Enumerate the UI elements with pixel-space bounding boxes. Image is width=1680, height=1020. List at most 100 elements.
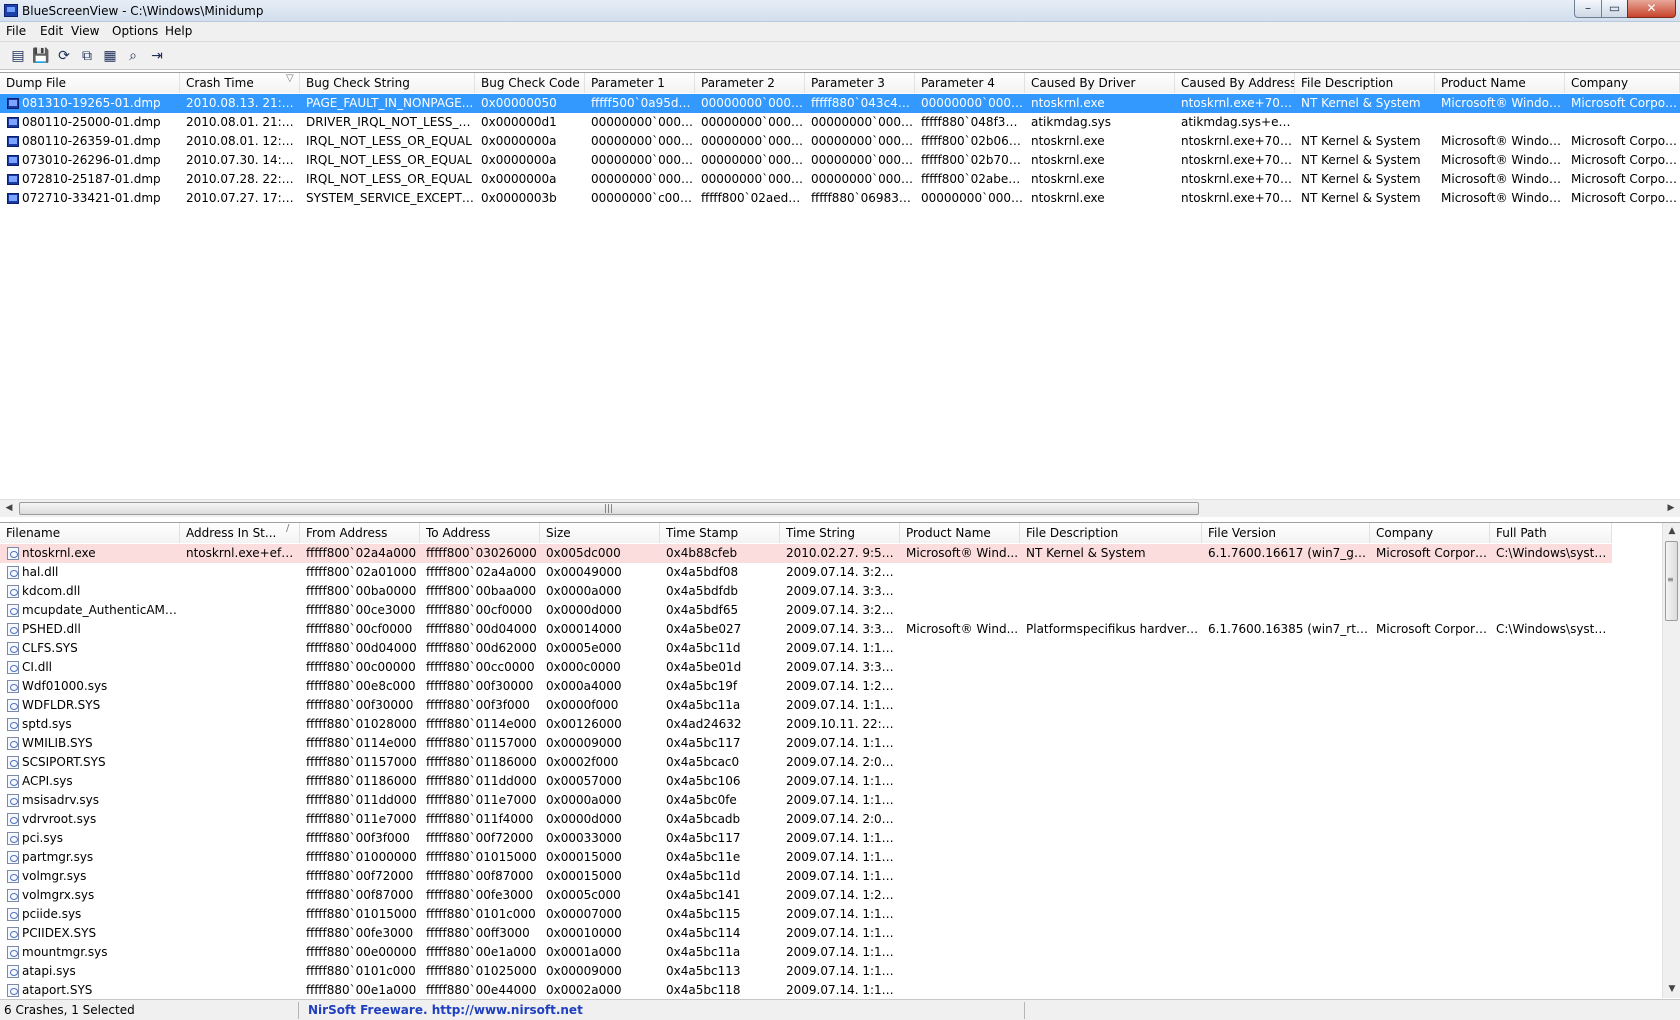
module-row[interactable]: pci.sys fffff880`00f3f000 fffff880`00f7200… [0,829,1612,848]
scroll-right-icon[interactable]: ▶ [1662,500,1680,517]
column-header-dump-file[interactable]: Dump File [0,73,180,93]
column-header-file-description[interactable]: File Description [1295,73,1435,93]
cell-parameter-3: 00000000`000000... [811,153,915,167]
column-header-filename[interactable]: Filename [0,523,180,543]
column-header-bug-check-code[interactable]: Bug Check Code [475,73,585,93]
menu-view[interactable]: View [71,24,99,38]
column-header-company[interactable]: Company [1565,73,1680,93]
cell-dump-file: 081310-19265-01.dmp [22,96,161,110]
column-header-product-name[interactable]: Product Name [900,523,1020,543]
scroll-down-icon[interactable]: ▼ [1663,981,1680,998]
module-row[interactable]: SCSIPORT.SYS fffff880`01157000 fffff880`01… [0,753,1612,772]
scroll-up-icon[interactable]: ▲ [1663,523,1680,540]
scrollbar-thumb[interactable]: ≡ [1665,541,1678,621]
module-row[interactable]: atapi.sys fffff880`0101c000 fffff880`01025… [0,962,1612,981]
column-header-company[interactable]: Company [1370,523,1490,543]
cell-dump-file: 072710-33421-01.dmp [22,191,161,205]
cell-bug-check-code: 0x0000000a [481,172,557,186]
column-header-size[interactable]: Size [540,523,660,543]
module-row[interactable]: PCIIDEX.SYS fffff880`00fe3000 fffff880`00f… [0,924,1612,943]
module-row[interactable]: Wdf01000.sys fffff880`00e8c000 fffff880`00… [0,677,1612,696]
copy-icon[interactable]: ⧉ [77,46,97,66]
module-row[interactable]: kdcom.dll fffff800`00ba0000 fffff800`00baa… [0,582,1612,601]
column-header-product-name[interactable]: Product Name [1435,73,1565,93]
menu-options[interactable]: Options [112,24,158,38]
module-row[interactable]: partmgr.sys fffff880`01000000 fffff880`010… [0,848,1612,867]
cell-parameter-1: 00000000`000000... [591,134,695,148]
crash-row[interactable]: 072710-33421-01.dmp 2010.07.27. 17:32:51 S… [0,189,1680,208]
module-row[interactable]: CLFS.SYS fffff880`00d04000 fffff880`00d620… [0,639,1612,658]
module-row[interactable]: volmgrx.sys fffff880`00f87000 fffff880`00f… [0,886,1612,905]
module-row[interactable]: vdrvroot.sys fffff880`011e7000 fffff880`01… [0,810,1612,829]
cell-file-version [1202,563,1370,582]
minimize-button[interactable]: – [1574,0,1602,18]
crash-list-pane: Dump File Crash Time Bug Check String Bug C… [0,72,1680,517]
column-header-parameter-4[interactable]: Parameter 4 [915,73,1025,93]
crash-row[interactable]: 073010-26296-01.dmp 2010.07.30. 14:26:23 I… [0,151,1680,170]
save-icon[interactable]: 💾 [31,46,51,66]
module-row[interactable]: hal.dll fffff800`02a01000 fffff800`02a4a00… [0,563,1612,582]
find-icon[interactable]: ⌕ [123,46,143,66]
vertical-scrollbar[interactable]: ▲ ≡ ▼ [1662,523,1680,998]
column-header-to-address[interactable]: To Address [420,523,540,543]
horizontal-scrollbar[interactable]: ◀ ||| ▶ [0,499,1680,517]
exit-icon[interactable]: ⇥ [147,46,167,66]
column-header-parameter-2[interactable]: Parameter 2 [695,73,805,93]
cell-size: 0x00015000 [546,850,622,864]
crash-row[interactable]: 081310-19265-01.dmp 2010.08.13. 21:38:45 P… [0,94,1680,113]
menu-file[interactable]: File [6,24,26,38]
module-row[interactable]: ataport.SYS fffff880`00e1a000 fffff880`00e… [0,981,1612,998]
crash-row[interactable]: 072810-25187-01.dmp 2010.07.28. 22:16:36 I… [0,170,1680,189]
module-row[interactable]: ntoskrnl.exe ntoskrnl.exe+ef789 fffff800`0… [0,544,1612,563]
module-row[interactable]: volmgr.sys fffff880`00f72000 fffff880`00f8… [0,867,1612,886]
column-header-time-stamp[interactable]: Time Stamp [660,523,780,543]
nirsoft-link[interactable]: NirSoft Freeware. http://www.nirsoft.net [308,1003,583,1017]
column-header-address-in-st[interactable]: Address In St... [180,523,300,543]
cell-file-description [1295,113,1435,132]
cell-file-description: NT Kernel & System [1026,546,1146,560]
cell-filename: Wdf01000.sys [22,679,108,693]
column-header-caused-by-driver[interactable]: Caused By Driver [1025,73,1175,93]
cell-full-path [1490,658,1612,677]
crash-row[interactable]: 080110-26359-01.dmp 2010.08.01. 12:27:54 I… [0,132,1680,151]
column-header-from-address[interactable]: From Address [300,523,420,543]
cell-company: Microsoft Corpora... [1571,96,1680,110]
module-row[interactable]: mcupdate_AuthenticAMD.dll fffff880`00ce30… [0,601,1612,620]
cell-from-address: fffff880`00e1a000 [306,983,417,997]
column-header-bug-check-string[interactable]: Bug Check String [300,73,475,93]
menu-help[interactable]: Help [165,24,192,38]
cell-filename: hal.dll [22,565,59,579]
column-header-time-string[interactable]: Time String [780,523,900,543]
module-row[interactable]: ACPI.sys fffff880`01186000 fffff880`011dd0… [0,772,1612,791]
module-row[interactable]: pciide.sys fffff880`01015000 fffff880`0101… [0,905,1612,924]
cell-time-string: 2009.07.14. 3:32:23 [786,622,900,636]
column-header-file-version[interactable]: File Version [1202,523,1370,543]
column-header-file-description[interactable]: File Description [1020,523,1202,543]
html-report-icon[interactable]: ▤ [8,46,28,66]
module-row[interactable]: WDFLDR.SYS fffff880`00f30000 fffff880`00f3… [0,696,1612,715]
menu-edit[interactable]: Edit [40,24,63,38]
cell-time-stamp: 0x4a5bc113 [666,964,741,978]
module-row[interactable]: PSHED.dll fffff880`00cf0000 fffff880`00d04… [0,620,1612,639]
column-header-parameter-1[interactable]: Parameter 1 [585,73,695,93]
maximize-button[interactable]: ▭ [1601,0,1628,18]
crash-row[interactable]: 080110-25000-01.dmp 2010.08.01. 21:51:08 D… [0,113,1680,132]
column-header-crash-time[interactable]: Crash Time [180,73,300,93]
close-button[interactable]: ✕ [1627,0,1676,18]
module-row[interactable]: WMILIB.SYS fffff880`0114e000 fffff880`0115… [0,734,1612,753]
column-header-caused-by-address[interactable]: Caused By Address [1175,73,1295,93]
column-header-parameter-3[interactable]: Parameter 3 [805,73,915,93]
module-row[interactable]: CI.dll fffff880`00c00000 fffff880`00cc0000… [0,658,1612,677]
module-row[interactable]: msisadrv.sys fffff880`011dd000 fffff880`01… [0,791,1612,810]
scrollbar-thumb[interactable]: ||| [19,502,1199,515]
properties-icon[interactable]: ▦ [100,46,120,66]
scroll-left-icon[interactable]: ◀ [0,500,18,517]
module-row[interactable]: mountmgr.sys fffff880`00e00000 fffff880`00… [0,943,1612,962]
cell-time-stamp: 0x4ad24632 [666,717,742,731]
cell-size: 0x0002f000 [546,755,619,769]
refresh-icon[interactable]: ⟳ [54,46,74,66]
cell-time-stamp: 0x4a5bc19f [666,679,738,693]
module-row[interactable]: sptd.sys fffff880`01028000 fffff880`0114e0… [0,715,1612,734]
column-header-full-path[interactable]: Full Path [1490,523,1612,543]
cell-file-description [1020,772,1202,791]
